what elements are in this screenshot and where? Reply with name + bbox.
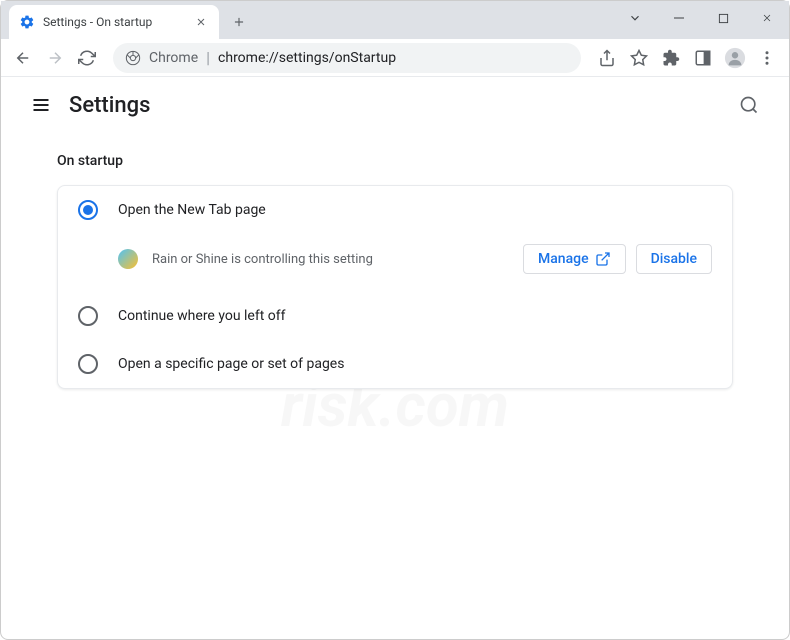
radio-label: Open a specific page or set of pages (118, 356, 344, 372)
close-button[interactable] (745, 1, 789, 35)
menu-icon[interactable] (753, 44, 781, 72)
extension-app-icon (118, 249, 138, 269)
radio-label: Open the New Tab page (118, 202, 266, 218)
maximize-button[interactable] (701, 1, 745, 35)
chrome-icon (125, 50, 141, 66)
share-icon[interactable] (593, 44, 621, 72)
manage-label: Manage (538, 251, 589, 267)
forward-button[interactable] (41, 44, 69, 72)
browser-tab[interactable]: Settings - On startup (9, 5, 219, 39)
extension-buttons: Manage Disable (523, 244, 712, 274)
new-tab-button[interactable] (225, 8, 253, 36)
disable-label: Disable (651, 251, 697, 267)
omnibox-separator: | (206, 48, 210, 67)
extension-notice: Rain or Shine is controlling this settin… (58, 234, 732, 292)
omnibox-url: chrome://settings/onStartup (218, 50, 396, 66)
page-title: Settings (69, 93, 150, 118)
radio-option-specific[interactable]: Open a specific page or set of pages (58, 340, 732, 388)
toolbar: Chrome | chrome://settings/onStartup (1, 39, 789, 77)
disable-button[interactable]: Disable (636, 244, 712, 274)
extensions-icon[interactable] (657, 44, 685, 72)
radio-option-new-tab[interactable]: Open the New Tab page (58, 186, 732, 234)
radio-icon (78, 200, 98, 220)
bookmark-icon[interactable] (625, 44, 653, 72)
omnibox-prefix: Chrome (149, 50, 198, 66)
extension-notice-text: Rain or Shine is controlling this settin… (152, 252, 509, 267)
radio-icon (78, 306, 98, 326)
gear-icon (19, 14, 35, 30)
window-controls (613, 1, 789, 35)
chevron-down-icon[interactable] (613, 1, 657, 35)
manage-button[interactable]: Manage (523, 244, 626, 274)
content: On startup Open the New Tab page Rain or… (1, 133, 789, 409)
radio-icon (78, 354, 98, 374)
titlebar: Settings - On startup (1, 1, 789, 39)
profile-icon[interactable] (721, 44, 749, 72)
external-link-icon (595, 251, 611, 267)
address-bar[interactable]: Chrome | chrome://settings/onStartup (113, 43, 581, 73)
sidepanel-icon[interactable] (689, 44, 717, 72)
close-icon[interactable] (193, 14, 209, 30)
tab-title: Settings - On startup (43, 15, 185, 29)
minimize-button[interactable] (657, 1, 701, 35)
settings-header: Settings (1, 77, 789, 133)
back-button[interactable] (9, 44, 37, 72)
reload-button[interactable] (73, 44, 101, 72)
startup-card: Open the New Tab page Rain or Shine is c… (57, 185, 733, 389)
search-icon[interactable] (729, 85, 769, 125)
radio-label: Continue where you left off (118, 308, 286, 324)
hamburger-icon[interactable] (21, 85, 61, 125)
radio-option-continue[interactable]: Continue where you left off (58, 292, 732, 340)
section-title: On startup (57, 153, 733, 169)
